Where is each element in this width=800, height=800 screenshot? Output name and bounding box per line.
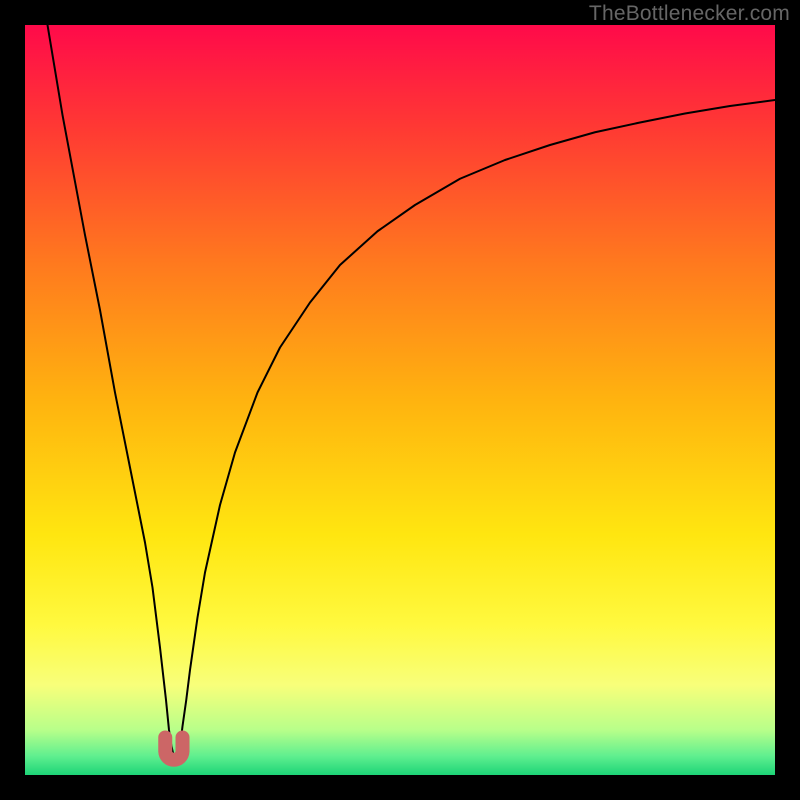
watermark-text: TheBottlenecker.com [589, 2, 790, 26]
chart-frame: TheBottlenecker.com [0, 0, 800, 800]
gradient-background [25, 25, 775, 775]
plot-area [25, 25, 775, 775]
bottleneck-chart [25, 25, 775, 775]
